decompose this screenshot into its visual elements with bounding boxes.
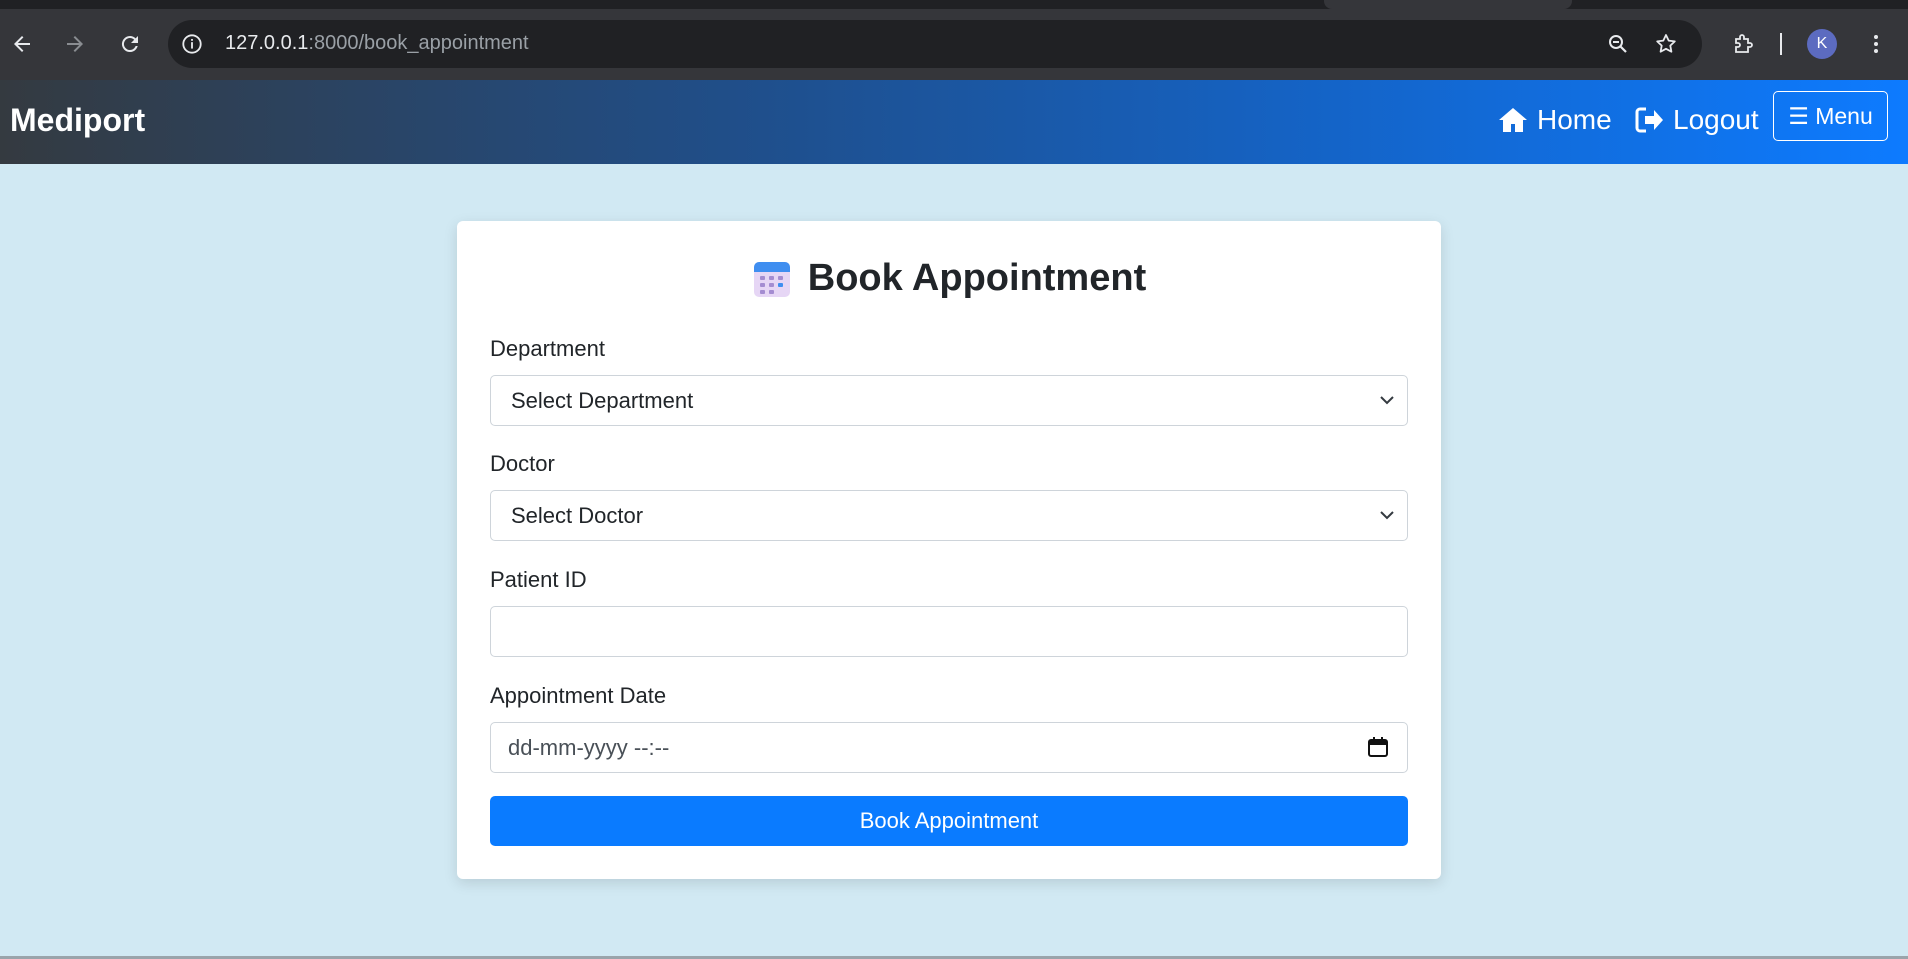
app-navbar: Mediport Home Logout ☰ Menu: [0, 80, 1908, 164]
doctor-label: Doctor: [490, 451, 555, 476]
book-appointment-button[interactable]: Book Appointment: [490, 796, 1408, 846]
tab-strip: [0, 0, 1908, 9]
chevron-down-icon: [1380, 396, 1394, 405]
logout-icon: [1635, 107, 1663, 133]
url-host: 127.0.0.1: [225, 32, 309, 54]
nav-home-link[interactable]: Home: [1497, 104, 1612, 136]
date-placeholder: dd-mm-yyyy --:--: [508, 734, 670, 760]
page-title: Book Appointment: [807, 257, 1147, 299]
browser-toolbar: 127.0.0.1:8000/book_appointment K: [0, 0, 1908, 80]
back-button[interactable]: [0, 22, 44, 66]
url-path: :8000/book_appointment: [308, 32, 529, 54]
chevron-down-icon: [1380, 511, 1394, 520]
home-icon: [1499, 108, 1527, 132]
appointment-date-input[interactable]: dd-mm-yyyy --:--: [490, 722, 1408, 773]
appointment-date-label: Appointment Date: [490, 683, 667, 708]
kebab-menu-icon: [1874, 35, 1878, 53]
calendar-icon: [753, 261, 790, 297]
nav-logout-label: Logout: [1673, 104, 1759, 135]
active-tab[interactable]: [1324, 0, 1572, 9]
nav-logout-link[interactable]: Logout: [1633, 104, 1759, 136]
appointment-card: Book Appointment Department Select Depar…: [457, 221, 1441, 879]
puzzle-icon: [1735, 34, 1753, 53]
calendar-picker-icon[interactable]: [1367, 736, 1389, 758]
forward-arrow-icon: [67, 36, 83, 52]
bookmark-star-icon[interactable]: [1652, 30, 1680, 58]
site-info-icon[interactable]: [178, 30, 206, 58]
department-select[interactable]: Select Department: [490, 375, 1408, 426]
patient-id-label: Patient ID: [490, 567, 587, 592]
extensions-button[interactable]: [1721, 22, 1765, 66]
forward-button[interactable]: [53, 22, 97, 66]
profile-avatar[interactable]: K: [1807, 29, 1837, 59]
doctor-select[interactable]: Select Doctor: [490, 490, 1408, 541]
department-label: Department: [490, 336, 605, 361]
address-bar[interactable]: 127.0.0.1:8000/book_appointment: [168, 20, 1702, 68]
browser-menu-button[interactable]: [1854, 22, 1898, 66]
department-selected-value: Select Department: [511, 387, 694, 413]
back-arrow-icon: [14, 36, 30, 52]
brand-logo[interactable]: Mediport: [10, 102, 145, 139]
toolbar-divider: [1780, 33, 1782, 55]
nav-home-label: Home: [1537, 104, 1612, 135]
zoom-icon[interactable]: [1604, 30, 1632, 58]
url-text[interactable]: 127.0.0.1:8000/book_appointment: [225, 32, 529, 55]
patient-id-input[interactable]: [490, 606, 1408, 657]
card-title: Book Appointment: [457, 257, 1441, 300]
menu-toggle-button[interactable]: ☰ Menu: [1773, 91, 1888, 141]
reload-icon: [121, 36, 138, 53]
reload-button[interactable]: [108, 22, 152, 66]
doctor-selected-value: Select Doctor: [511, 502, 644, 528]
